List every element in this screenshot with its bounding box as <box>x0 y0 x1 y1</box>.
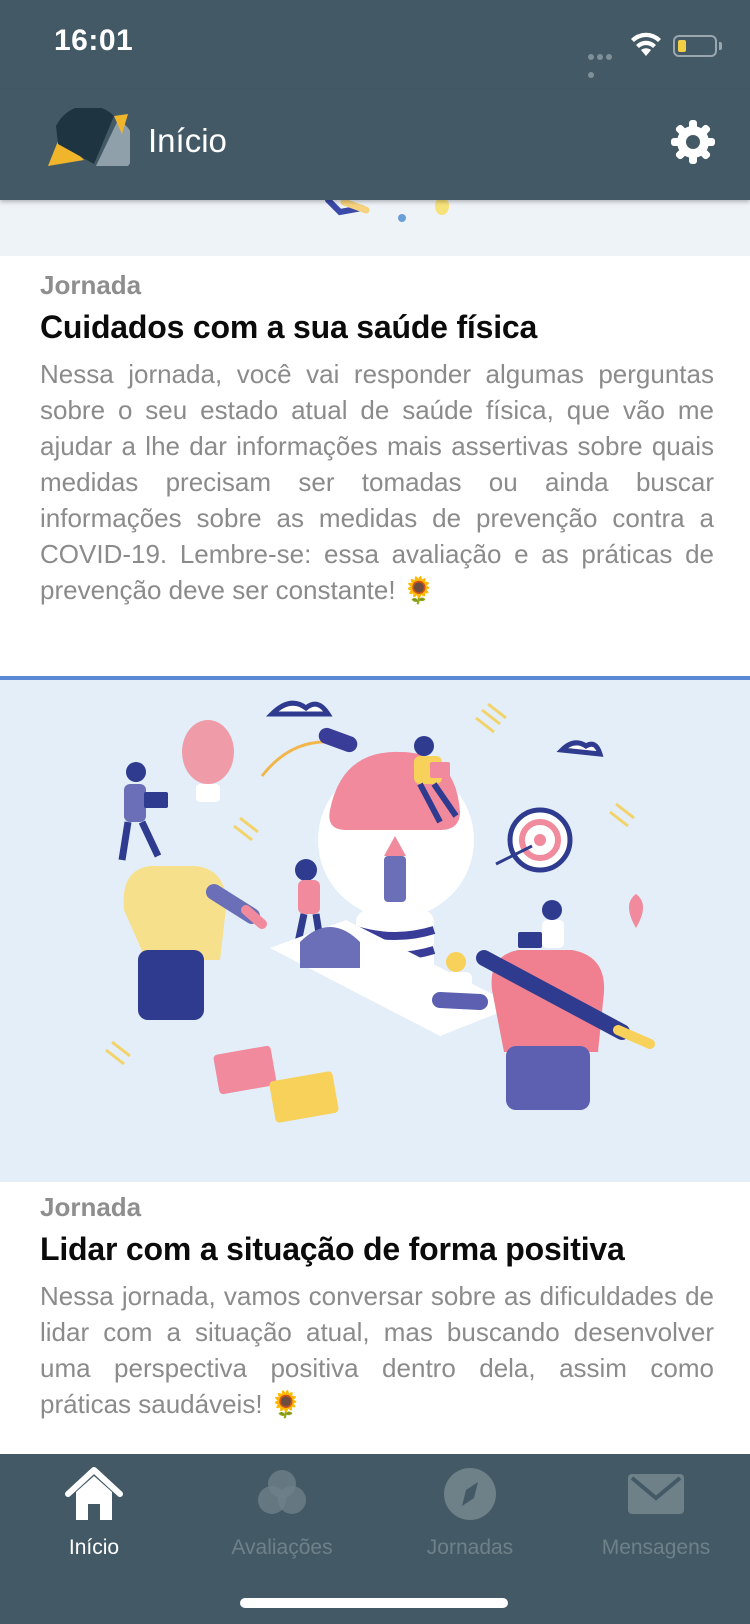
tab-avaliacoes[interactable]: Avaliações <box>188 1464 376 1574</box>
evaluations-icon <box>258 1470 306 1514</box>
battery-tip <box>719 42 722 50</box>
home-indicator <box>240 1598 508 1608</box>
page-title: Início <box>148 122 227 159</box>
tab-jornadas[interactable]: Jornadas <box>376 1464 564 1574</box>
journey-card-2[interactable]: Jornada Lidar com a situação de forma po… <box>40 1192 714 1422</box>
home-icon <box>65 1467 123 1520</box>
compass-icon <box>444 1468 496 1520</box>
card-title: Lidar com a situação de forma positiva <box>40 1231 625 1267</box>
tab-label: Início <box>68 1536 120 1559</box>
cloud-icon <box>265 700 604 757</box>
journey-card-1[interactable]: Jornada Cuidados com a sua saúde física … <box>40 270 714 608</box>
app-logo <box>48 108 130 166</box>
tab-mensagens[interactable]: Mensagens <box>562 1464 750 1574</box>
card-kicker: Jornada <box>40 270 142 300</box>
wifi-icon <box>631 32 661 56</box>
tab-label: Mensagens <box>601 1536 711 1559</box>
journey-card-2-illustration[interactable] <box>0 680 750 1182</box>
tab-label: Avaliações <box>231 1536 333 1559</box>
tab-label: Jornadas <box>426 1536 514 1559</box>
cellular-signal-icon <box>588 47 622 78</box>
card-description: Nessa jornada, vamos conversar sobre as … <box>40 1281 714 1419</box>
mail-icon <box>628 1474 684 1514</box>
content-scroll[interactable]: Jornada Cuidados com a sua saúde física … <box>0 200 750 1454</box>
card-kicker: Jornada <box>40 1192 142 1222</box>
card-illustration-partial <box>0 200 750 256</box>
status-time: 16:01 <box>54 24 134 57</box>
status-bar: 16:01 <box>0 0 750 90</box>
card-title: Cuidados com a sua saúde física <box>40 309 538 345</box>
gear-icon[interactable] <box>669 118 717 166</box>
battery-icon <box>673 35 717 57</box>
tab-inicio[interactable]: Início <box>0 1464 188 1574</box>
card-description: Nessa jornada, você vai responder alguma… <box>40 359 714 605</box>
app-header: Início <box>0 90 750 200</box>
